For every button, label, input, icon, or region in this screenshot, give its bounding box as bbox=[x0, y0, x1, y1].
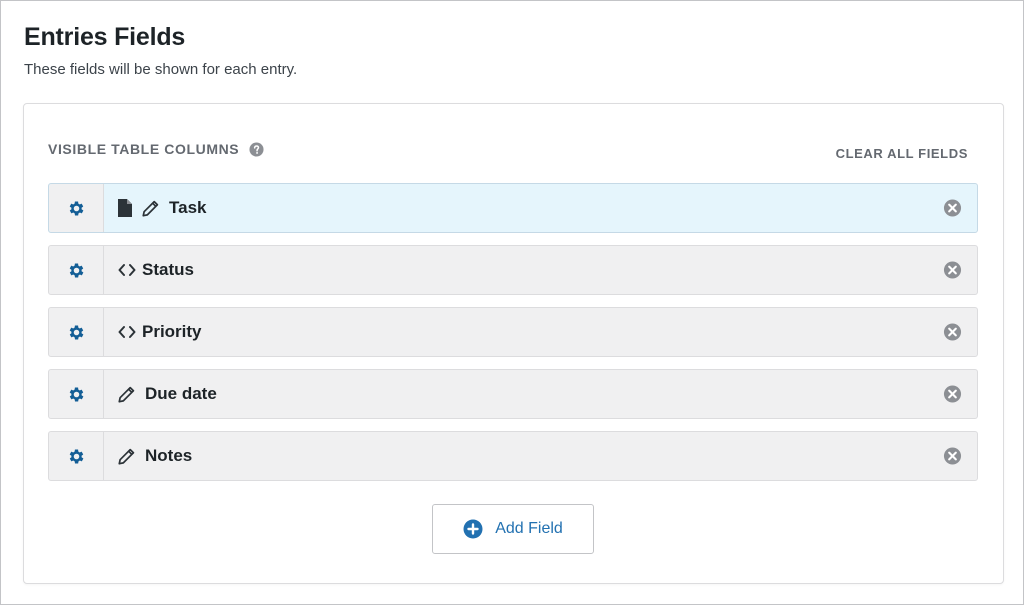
pencil-icon bbox=[118, 448, 135, 465]
code-icon bbox=[118, 326, 136, 338]
section-label-text: VISIBLE TABLE COLUMNS bbox=[48, 141, 240, 157]
remove-field-icon[interactable] bbox=[943, 199, 962, 218]
plus-circle-icon bbox=[463, 519, 483, 539]
pencil-icon bbox=[118, 386, 135, 403]
field-list: Task Status Priority Due date Notes bbox=[48, 183, 978, 493]
page-subtitle: These fields will be shown for each entr… bbox=[24, 61, 298, 78]
field-label: Priority bbox=[142, 322, 202, 341]
remove-field-icon[interactable] bbox=[943, 323, 962, 342]
gear-icon bbox=[69, 325, 83, 339]
help-icon[interactable] bbox=[249, 141, 264, 157]
field-settings-button[interactable] bbox=[49, 246, 104, 294]
field-label: Task bbox=[169, 198, 207, 217]
add-field-button[interactable]: Add Field bbox=[432, 504, 594, 554]
gear-icon bbox=[69, 263, 83, 277]
field-row-due-date[interactable]: Due date bbox=[48, 369, 978, 419]
field-settings-button[interactable] bbox=[49, 432, 104, 480]
field-row-notes[interactable]: Notes bbox=[48, 431, 978, 481]
remove-field-icon[interactable] bbox=[943, 385, 962, 404]
page-title: Entries Fields bbox=[24, 23, 186, 51]
pencil-icon bbox=[142, 200, 159, 217]
remove-field-icon[interactable] bbox=[943, 261, 962, 280]
gear-icon bbox=[69, 201, 83, 215]
clear-all-fields-link[interactable]: CLEAR ALL FIELDS bbox=[836, 146, 968, 161]
add-field-label: Add Field bbox=[495, 520, 563, 537]
field-settings-button[interactable] bbox=[49, 308, 104, 356]
field-label: Due date bbox=[145, 384, 217, 403]
code-icon bbox=[118, 264, 136, 276]
gear-icon bbox=[69, 449, 83, 463]
settings-frame: Entries Fields These fields will be show… bbox=[0, 0, 1024, 605]
field-label: Notes bbox=[145, 446, 193, 465]
document-icon bbox=[118, 199, 132, 217]
field-row-task[interactable]: Task bbox=[48, 183, 978, 233]
field-label: Status bbox=[142, 260, 194, 279]
section-label: VISIBLE TABLE COLUMNS bbox=[48, 141, 264, 157]
field-settings-button[interactable] bbox=[49, 370, 104, 418]
field-row-status[interactable]: Status bbox=[48, 245, 978, 295]
remove-field-icon[interactable] bbox=[943, 447, 962, 466]
gear-icon bbox=[69, 387, 83, 401]
field-row-priority[interactable]: Priority bbox=[48, 307, 978, 357]
field-settings-button[interactable] bbox=[49, 184, 104, 232]
